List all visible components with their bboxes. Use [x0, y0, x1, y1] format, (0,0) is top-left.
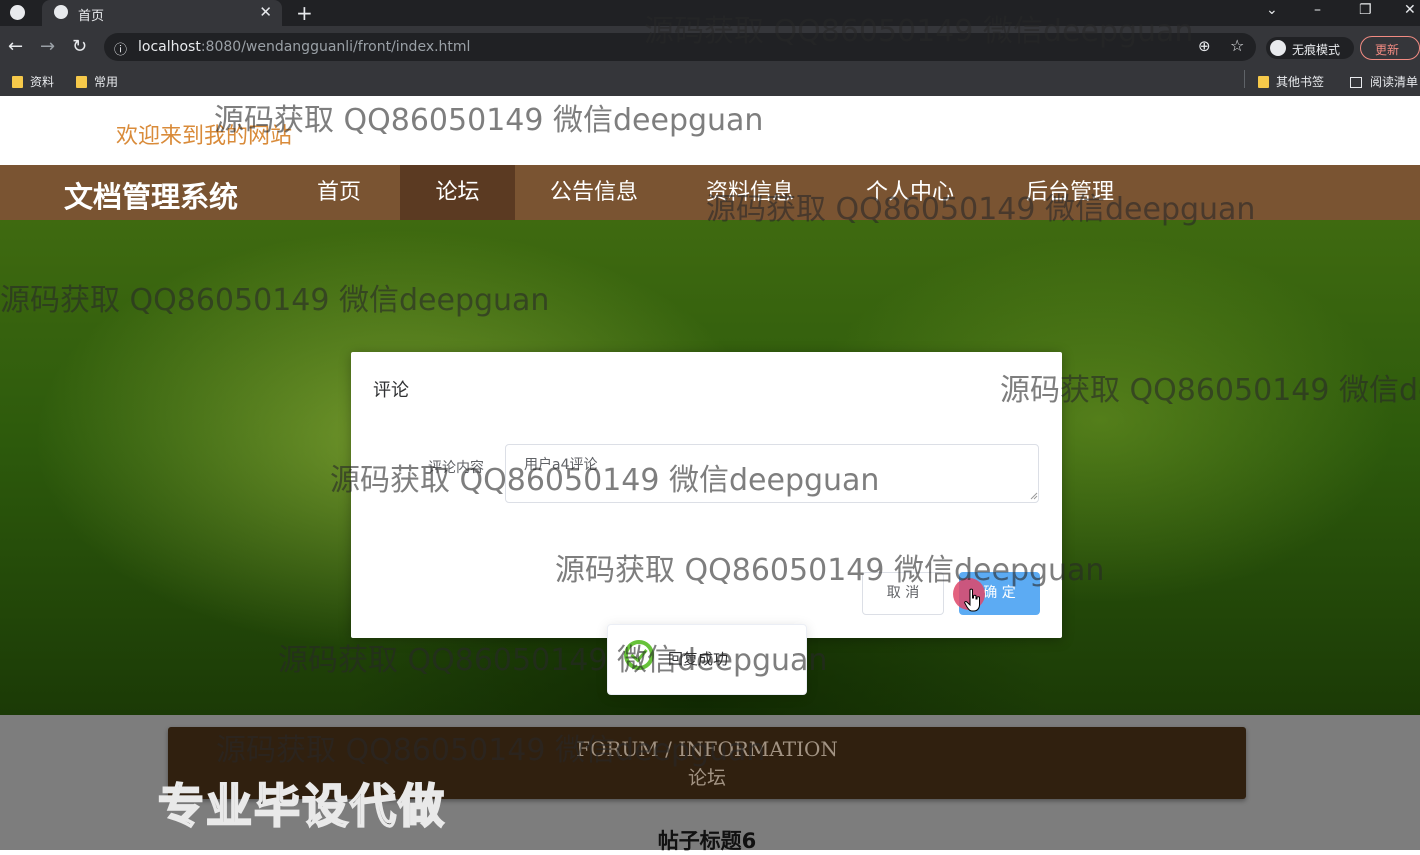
site-info-icon[interactable]: ⓘ [114, 39, 127, 58]
toast-message: 回复成功 [668, 650, 729, 668]
back-icon[interactable]: ← [8, 36, 23, 57]
incognito-badge[interactable]: 无痕模式 [1266, 37, 1354, 59]
tab-close-icon[interactable]: ✕ [259, 3, 272, 21]
dialog-title: 评论 [373, 380, 409, 401]
hand-cursor-icon [964, 588, 980, 612]
address-url[interactable]: localhost:8080/wendangguanli/front/index… [138, 39, 470, 55]
bookmarks-divider [1244, 70, 1245, 88]
other-bookmarks-label: 其他书签 [1276, 75, 1325, 89]
cancel-button[interactable]: 取 消 [862, 572, 944, 615]
update-label: 更新 [1375, 43, 1400, 57]
nav-item-admin[interactable]: 后台管理 [1006, 165, 1134, 220]
incognito-label: 无痕模式 [1292, 43, 1341, 57]
close-window-icon[interactable]: ✕ [1404, 2, 1416, 18]
url-path: :8080/wendangguanli/front/index.html [200, 39, 471, 55]
nav-item-forum[interactable]: 论坛 [400, 165, 515, 220]
folder-icon [12, 76, 23, 88]
bookmark-folder[interactable]: 资料 [12, 73, 54, 90]
nav-item-materials[interactable]: 资料信息 [686, 165, 814, 220]
success-check-icon [624, 640, 654, 670]
nav-item-notices[interactable]: 公告信息 [530, 165, 658, 220]
new-tab-button[interactable]: + [296, 1, 313, 25]
bookmarks-bar [0, 66, 1420, 96]
section-heading-en: FORUM / INFORMATION [576, 737, 838, 761]
folder-icon [76, 76, 87, 88]
promo-overlay-text: 专业毕设代做 [157, 778, 446, 834]
comment-field-label: 评论内容 [428, 457, 484, 477]
reading-list-icon [1350, 77, 1362, 88]
minimize-icon[interactable]: – [1314, 2, 1321, 18]
bookmark-label: 常用 [94, 75, 119, 89]
nav-item-profile[interactable]: 个人中心 [846, 165, 974, 220]
nav-item-home[interactable]: 首页 [284, 165, 394, 220]
site-brand: 文档管理系统 [64, 180, 239, 214]
globe-icon [54, 5, 68, 19]
field-label-text: 评论内容 [428, 460, 484, 476]
bookmark-label: 资料 [30, 75, 55, 89]
browser-tab[interactable]: 首页 ✕ [42, 0, 282, 26]
update-button[interactable]: 更新 [1360, 36, 1420, 60]
resize-handle-icon[interactable] [1028, 490, 1038, 500]
url-host: localhost [138, 39, 201, 55]
welcome-text: 欢迎来到我的网站 [116, 124, 293, 149]
other-bookmarks[interactable]: 其他书签 [1258, 73, 1324, 90]
bookmark-star-icon[interactable]: ☆ [1230, 36, 1244, 55]
tab-search-icon[interactable]: ⌄ [1266, 2, 1278, 18]
tab-title: 首页 [78, 9, 105, 24]
reload-icon[interactable]: ↻ [72, 36, 87, 57]
reading-list-label: 阅读清单 [1370, 75, 1419, 89]
comment-textarea[interactable]: 用户a4评论 [505, 444, 1039, 503]
browser-menu-icon[interactable] [10, 5, 25, 20]
folder-icon [1258, 76, 1269, 88]
incognito-icon [1270, 40, 1286, 56]
bookmark-folder[interactable]: 常用 [76, 73, 118, 90]
reading-list[interactable]: 阅读清单 [1350, 73, 1418, 90]
zoom-icon[interactable]: ⊕ [1198, 37, 1211, 55]
forward-icon[interactable]: → [40, 36, 55, 57]
restore-icon[interactable]: ❐ [1359, 2, 1372, 18]
